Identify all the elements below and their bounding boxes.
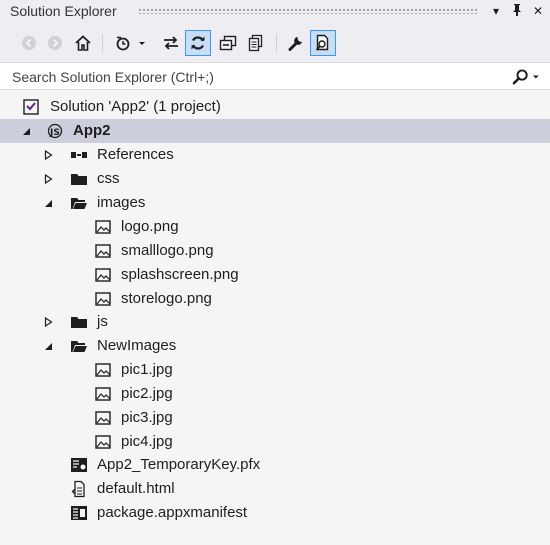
tree-item-label: css <box>97 170 120 187</box>
expanded-arrow-icon[interactable] <box>43 341 53 351</box>
forward-icon <box>48 36 62 50</box>
show-all-files-icon <box>248 34 263 52</box>
tree-item-file[interactable]: pic1.jpg <box>0 358 550 382</box>
tree-item-label: storelogo.png <box>121 290 212 307</box>
refresh-button[interactable] <box>185 30 211 56</box>
html-file-icon <box>70 480 88 498</box>
tree-item-label: App2 <box>73 122 111 139</box>
manifest-file-icon <box>70 505 88 521</box>
image-file-icon <box>94 291 112 307</box>
search-options-button[interactable] <box>512 68 540 86</box>
drag-grip[interactable] <box>138 8 478 14</box>
tree-item-label: NewImages <box>97 337 177 354</box>
forward-button[interactable] <box>42 30 68 56</box>
tree-item-label: References <box>97 146 174 163</box>
tree-item-project[interactable]: JS App2 <box>0 119 550 143</box>
tree-item-label: images <box>97 194 146 211</box>
close-icon[interactable]: ✕ <box>530 3 546 19</box>
toolbar-separator <box>102 34 103 52</box>
tree-item-file[interactable]: package.appxmanifest <box>0 501 550 525</box>
tree-item-file[interactable]: pic4.jpg <box>0 430 550 454</box>
collapsed-arrow-icon[interactable] <box>43 317 53 327</box>
svg-text:JS: JS <box>49 128 60 138</box>
tree-item-label: logo.png <box>121 218 179 235</box>
tree-item-file[interactable]: logo.png <box>0 215 550 239</box>
image-file-icon <box>94 267 112 283</box>
tree-item-file[interactable]: pic2.jpg <box>0 382 550 406</box>
chevron-down-icon <box>533 75 540 79</box>
back-icon <box>22 36 36 50</box>
home-button[interactable] <box>70 30 96 56</box>
tree-item-label: pic4.jpg <box>121 433 173 450</box>
tree-item-label: default.html <box>97 480 175 497</box>
search-icon <box>512 69 528 85</box>
image-file-icon <box>94 362 112 378</box>
preview-selected-items-button[interactable] <box>310 30 336 56</box>
preview-selected-items-icon <box>315 34 329 51</box>
folder-icon <box>70 314 88 330</box>
properties-icon <box>288 37 302 51</box>
tree-item-file[interactable]: default.html <box>0 477 550 501</box>
tree-item-folder-js[interactable]: js <box>0 310 550 334</box>
search-box <box>0 62 550 90</box>
back-button[interactable] <box>16 30 42 56</box>
properties-button[interactable] <box>283 30 309 56</box>
references-icon <box>70 147 88 163</box>
tree-item-label: package.appxmanifest <box>97 504 248 521</box>
tree-item-folder-css[interactable]: css <box>0 167 550 191</box>
collapsed-arrow-icon[interactable] <box>43 150 53 160</box>
image-file-icon <box>94 219 112 235</box>
expanded-arrow-icon[interactable] <box>43 198 53 208</box>
sync-with-active-document-button[interactable] <box>158 30 184 56</box>
pending-changes-filter-icon <box>116 36 145 51</box>
show-all-files-button[interactable] <box>243 30 269 56</box>
search-input[interactable] <box>10 67 494 87</box>
open-folder-icon <box>70 195 88 211</box>
sync-with-active-document-icon <box>164 36 178 50</box>
tree-item-label: pic2.jpg <box>121 385 173 402</box>
dropdown-arrow-icon[interactable]: ▾ <box>488 3 504 19</box>
tree-item-label: splashscreen.png <box>121 266 239 283</box>
pending-changes-filter-button[interactable] <box>110 30 152 56</box>
home-icon <box>75 35 91 51</box>
tree-item-label: pic3.jpg <box>121 409 173 426</box>
tree-item-file[interactable]: pic3.jpg <box>0 406 550 430</box>
collapse-all-button[interactable] <box>215 30 241 56</box>
window-title: Solution Explorer <box>10 3 117 19</box>
tree-item-label: Solution 'App2' (1 project) <box>50 98 221 115</box>
javascript-project-icon: JS <box>46 123 64 139</box>
tree-item-solution[interactable]: Solution 'App2' (1 project) <box>0 95 550 119</box>
folder-icon <box>70 171 88 187</box>
tree-item-folder-images[interactable]: images <box>0 191 550 215</box>
refresh-icon <box>191 36 205 50</box>
toolbar <box>0 24 550 62</box>
image-file-icon <box>94 386 112 402</box>
tree-item-file[interactable]: storelogo.png <box>0 287 550 311</box>
tree-item-label: pic1.jpg <box>121 361 173 378</box>
open-folder-icon <box>70 338 88 354</box>
pin-icon[interactable] <box>509 3 525 19</box>
image-file-icon <box>94 410 112 426</box>
tree-item-references[interactable]: References <box>0 143 550 167</box>
collapsed-arrow-icon[interactable] <box>43 174 53 184</box>
collapse-all-icon <box>219 35 237 51</box>
tree-item-label: App2_TemporaryKey.pfx <box>97 456 261 473</box>
tree-item-file[interactable]: splashscreen.png <box>0 263 550 287</box>
tree-item-folder-newimages[interactable]: NewImages <box>0 334 550 358</box>
solution-tree: Solution 'App2' (1 project) JS App2 Refe… <box>0 94 550 545</box>
certificate-file-icon <box>70 457 88 473</box>
solution-icon <box>22 99 40 115</box>
tree-item-file[interactable]: App2_TemporaryKey.pfx <box>0 453 550 477</box>
image-file-icon <box>94 243 112 259</box>
tree-item-label: js <box>97 313 108 330</box>
toolbar-separator <box>276 34 277 52</box>
tree-item-file[interactable]: smalllogo.png <box>0 239 550 263</box>
expanded-arrow-icon[interactable] <box>21 126 31 136</box>
window-titlebar: Solution Explorer ▾ ✕ <box>0 0 550 24</box>
tree-item-label: smalllogo.png <box>121 242 214 259</box>
image-file-icon <box>94 434 112 450</box>
